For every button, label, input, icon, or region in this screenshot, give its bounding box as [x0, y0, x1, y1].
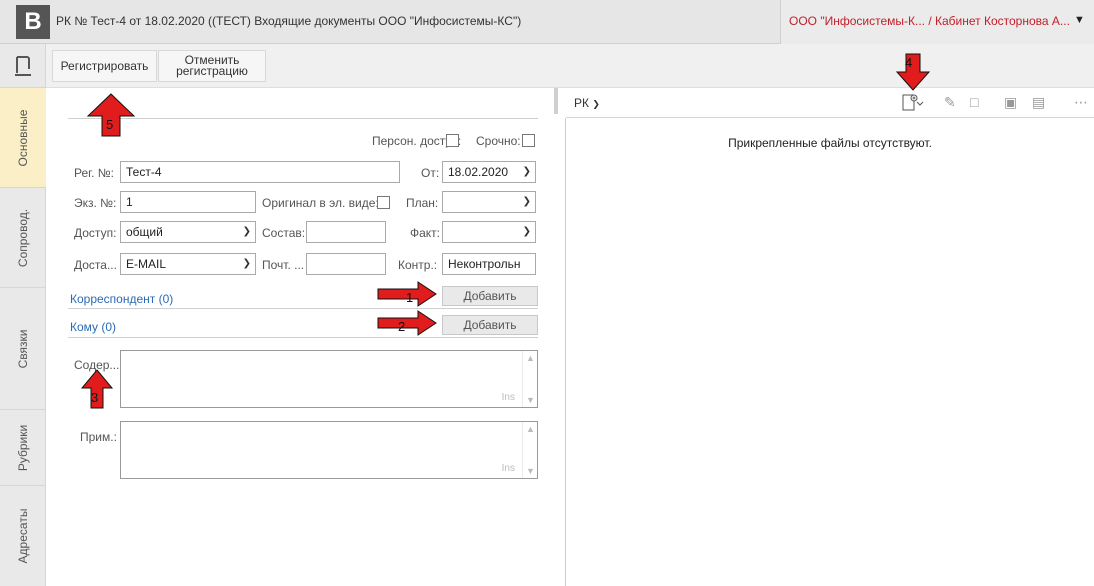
chevron-down-icon: ❯ [522, 196, 531, 207]
scroll-down-icon[interactable]: ▼ [526, 466, 535, 476]
add-correspondent-button[interactable]: Добавить [442, 286, 538, 306]
correspondent-link[interactable]: Корреспондент (0) [70, 292, 173, 306]
annotation-label-1: 1 [406, 290, 414, 305]
cancel-registration-button[interactable]: Отменить регистрацию [158, 50, 266, 82]
tab-rubrics-label: Рубрики [16, 424, 30, 471]
tab-addressees[interactable]: Адресаты [0, 486, 46, 586]
chevron-down-icon: ❯ [242, 226, 251, 237]
scroll-down-icon[interactable]: ▼ [526, 395, 535, 405]
tab-addressees-label: Адресаты [16, 508, 30, 564]
composition-label: Состав: [262, 226, 306, 240]
date-label: От: [421, 166, 440, 180]
fact-select[interactable]: ❯ [442, 221, 536, 243]
tab-links-label: Связки [16, 329, 30, 368]
tab-links[interactable]: Связки [0, 288, 46, 410]
date-value: 18.02.2020 [448, 165, 509, 179]
file-scan-icon[interactable]: ▣ [1004, 94, 1017, 111]
tab-attachments-label: Сопровод. [16, 208, 30, 267]
chevron-down-icon: ❯ [592, 99, 600, 109]
annotation-arrow-4 [895, 53, 931, 91]
exit-icon[interactable] [0, 44, 46, 88]
scroll-up-icon[interactable]: ▲ [526, 353, 535, 363]
more-options-icon[interactable]: ⋯ [1074, 94, 1088, 111]
postal-label: Почт. ... [262, 258, 305, 272]
toolbar: Регистрировать Отменить регистрацию [46, 44, 1094, 88]
to-link[interactable]: Кому (0) [70, 320, 116, 334]
delivery-label: Доста... [74, 258, 117, 272]
date-select[interactable]: 18.02.2020 ❯ [442, 161, 536, 183]
add-recipient-button[interactable]: Добавить [442, 315, 538, 335]
app-logo: B [16, 5, 50, 39]
composition-input[interactable] [306, 221, 386, 243]
note-label: Прим.: [80, 430, 117, 444]
files-panel-header: РК ❯ ✎ □ ▣ ▤ ⋯ [566, 88, 1094, 118]
files-panel-title: РК [574, 96, 589, 110]
delivery-value: E-MAIL [126, 257, 167, 271]
copy-no-label: Экз. №: [74, 196, 117, 210]
add-file-icon[interactable] [902, 94, 924, 115]
fact-label: Факт: [410, 226, 441, 240]
tab-main-label: Основные [16, 109, 30, 166]
annotation-label-3: 3 [91, 390, 99, 405]
registration-form: Персон. доступ: Срочно: Рег. №: Тест-4 О… [46, 88, 554, 586]
tab-rubrics[interactable]: Рубрики [0, 410, 46, 486]
correspondent-divider [68, 308, 538, 309]
panel-divider [565, 118, 566, 586]
original-electronic-label: Оригинал в эл. виде: [262, 196, 379, 210]
document-title: РК № Тест-4 от 18.02.2020 ((ТЕСТ) Входящ… [56, 14, 522, 28]
access-label: Доступ: [74, 226, 117, 240]
control-label: Контр.: [398, 258, 438, 272]
panel-splitter[interactable] [554, 88, 558, 114]
to-divider [68, 337, 538, 338]
urgent-checkbox[interactable] [522, 134, 535, 147]
chevron-down-icon: ❯ [242, 258, 251, 269]
copy-no-input[interactable]: 1 [120, 191, 256, 213]
access-value: общий [126, 225, 163, 239]
org-selector[interactable]: ООО "Инфосистемы-К... / Кабинет Косторно… [780, 0, 1094, 44]
empty-files-message: Прикрепленные файлы отсутствуют. [728, 136, 932, 150]
note-textarea[interactable]: ▲ ▼ Ins [120, 421, 538, 479]
tab-main[interactable]: Основные [0, 88, 46, 188]
urgent-label: Срочно: [476, 134, 521, 148]
original-electronic-checkbox[interactable] [377, 196, 390, 209]
annotation-label-2: 2 [398, 319, 406, 334]
personal-access-checkbox[interactable] [446, 134, 459, 147]
reg-no-input[interactable]: Тест-4 [120, 161, 400, 183]
annotation-label-4: 4 [905, 55, 913, 70]
form-top-divider [68, 118, 538, 119]
chevron-down-icon[interactable]: ▼ [1074, 14, 1085, 26]
content-textarea[interactable]: ▲ ▼ Ins [120, 350, 538, 408]
delivery-select[interactable]: E-MAIL ❯ [120, 253, 256, 275]
access-select[interactable]: общий ❯ [120, 221, 256, 243]
scroll-up-icon[interactable]: ▲ [526, 424, 535, 434]
document-menu-icon[interactable]: ▤ [1032, 94, 1045, 111]
app-window: B РК № Тест-4 от 18.02.2020 ((ТЕСТ) Вход… [0, 0, 1094, 586]
postal-input[interactable] [306, 253, 386, 275]
files-panel-menu[interactable]: РК ❯ [574, 96, 600, 110]
title-bar: B РК № Тест-4 от 18.02.2020 ((ТЕСТ) Вход… [0, 0, 1094, 44]
plan-label: План: [406, 196, 439, 210]
file-compare-icon[interactable]: □ [970, 94, 978, 110]
plan-select[interactable]: ❯ [442, 191, 536, 213]
content-scrollbar[interactable]: ▲ ▼ [522, 351, 537, 407]
cancel-registration-line2: регистрацию [176, 64, 248, 78]
vertical-tabs: Основные Сопровод. Связки Рубрики Адреса… [0, 44, 46, 586]
annotation-arrow-2 [377, 310, 437, 336]
ins-indicator: Ins [501, 392, 515, 403]
control-input[interactable]: Неконтрольн [442, 253, 536, 275]
ins-indicator: Ins [501, 463, 515, 474]
note-scrollbar[interactable]: ▲ ▼ [522, 422, 537, 478]
register-button[interactable]: Регистрировать [52, 50, 157, 82]
reg-no-label: Рег. №: [74, 166, 114, 180]
edit-file-icon[interactable]: ✎ [944, 94, 956, 111]
tab-attachments[interactable]: Сопровод. [0, 188, 46, 288]
chevron-down-icon: ❯ [522, 166, 531, 177]
chevron-down-icon: ❯ [522, 226, 531, 237]
annotation-label-5: 5 [106, 117, 114, 132]
org-cabinet-label: ООО "Инфосистемы-К... / Кабинет Косторно… [789, 14, 1070, 28]
